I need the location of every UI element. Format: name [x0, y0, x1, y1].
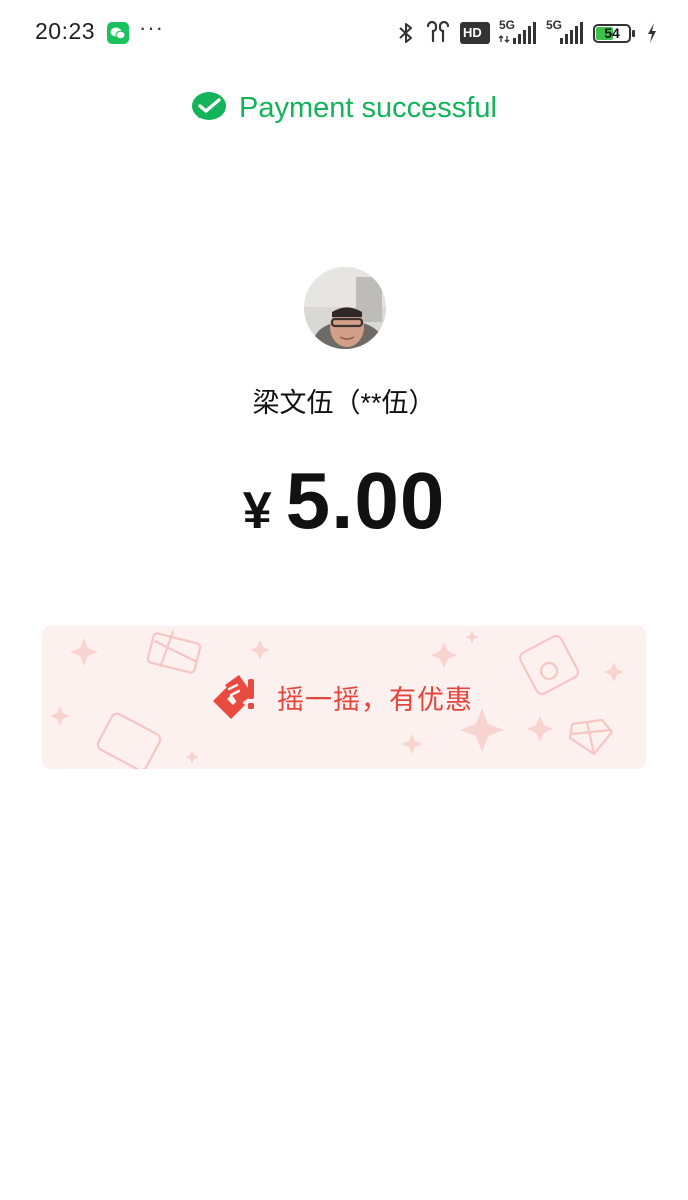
status-time: 20:23: [35, 18, 96, 44]
signal-group-1: 5G: [499, 18, 537, 46]
promo-label: 摇一摇，有优惠: [277, 685, 473, 715]
amount-value: 5.00: [285, 456, 446, 545]
wechat-icon: [107, 22, 129, 44]
payment-amount: ¥ 5.00: [0, 455, 688, 547]
promo-content: 摇一摇，有优惠: [42, 626, 646, 769]
signal-icon: [499, 22, 536, 44]
earbuds-icon: [426, 21, 450, 43]
hd-label: HD: [463, 25, 482, 40]
payment-header: Payment successful: [0, 90, 688, 126]
wechat-pay-check-icon: [192, 92, 227, 120]
hd-voice-icon: HD: [460, 22, 490, 44]
battery-icon: 54: [593, 22, 637, 44]
shake-promo-banner[interactable]: 摇一摇，有优惠: [42, 626, 646, 769]
currency-symbol: ¥: [242, 482, 272, 540]
bluetooth-icon: [399, 23, 412, 43]
signal-group-2: 5G: [546, 18, 584, 46]
payee-name: 梁文伍（**伍）: [252, 388, 436, 418]
charging-icon: [648, 23, 656, 43]
payee-avatar[interactable]: [304, 267, 386, 349]
payment-status-title: Payment successful: [239, 91, 497, 124]
status-bar: 20:23 ··· HD 5G 5G 54: [0, 0, 688, 66]
status-icons: HD 5G 5G 54: [396, 18, 658, 47]
coupon-ticket-icon: [213, 674, 254, 719]
signal-icon: [560, 22, 583, 44]
more-dots-icon: ···: [139, 15, 164, 40]
battery-percent: 54: [604, 25, 620, 41]
